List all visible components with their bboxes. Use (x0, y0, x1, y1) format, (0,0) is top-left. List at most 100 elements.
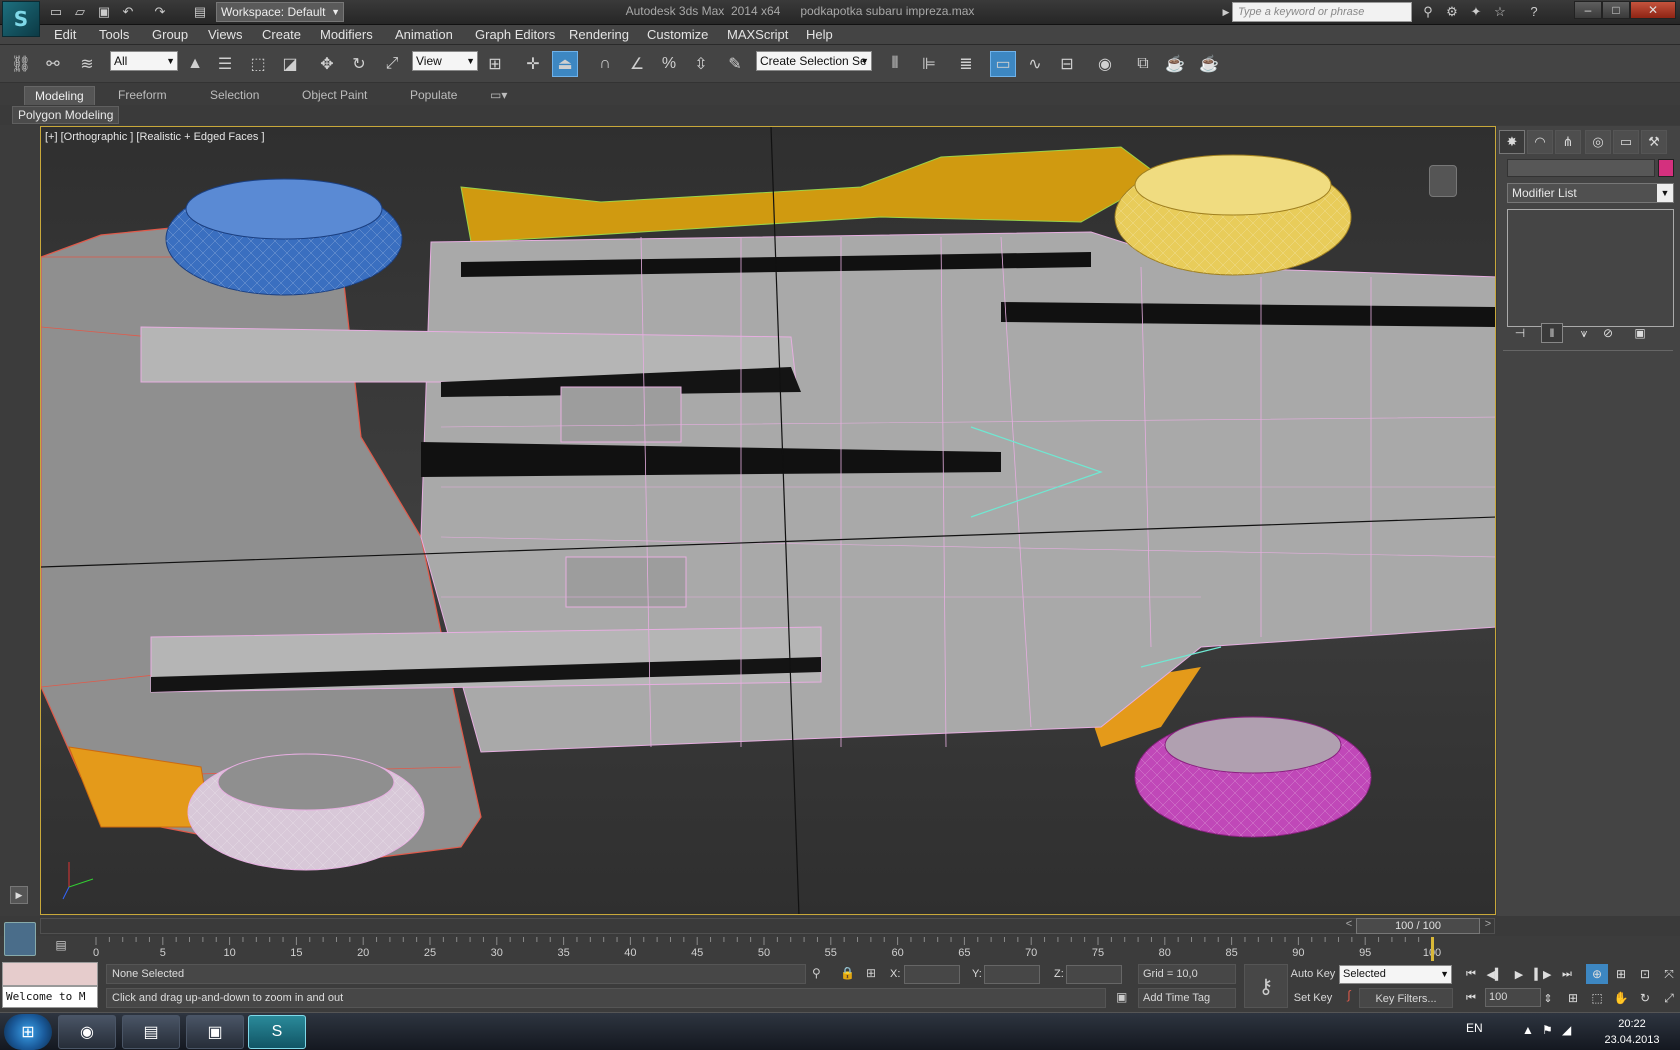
ribbon-options-icon[interactable]: ▭▾ (480, 86, 517, 105)
select-object-icon[interactable]: ▲ (182, 51, 208, 77)
favorites-star-icon[interactable]: ☆ (1490, 3, 1510, 21)
play-icon[interactable]: ▶ (1508, 964, 1530, 984)
object-color-swatch[interactable] (1658, 159, 1674, 177)
time-tag-icon[interactable]: ▣ (1116, 990, 1132, 1006)
communication-icon[interactable]: ✦ (1466, 3, 1486, 21)
make-unique-icon[interactable]: ⩛ (1573, 323, 1595, 343)
maxscript-listener-bottom[interactable]: Welcome to M (2, 986, 98, 1008)
modify-tab-icon[interactable]: ◠ (1527, 130, 1553, 154)
volume-icon[interactable]: ◢ (1562, 1023, 1571, 1037)
workspace-dropdown[interactable]: Workspace: Default ▼ (216, 2, 344, 22)
selection-filter-dropdown[interactable]: All ▼ (110, 51, 178, 71)
tab-object-paint[interactable]: Object Paint (292, 86, 377, 105)
menu-tools[interactable]: Tools (99, 27, 129, 42)
motion-tab-icon[interactable]: ◎ (1585, 130, 1611, 154)
current-frame-field[interactable]: 100 (1485, 988, 1541, 1007)
z-coordinate-field[interactable] (1066, 965, 1122, 984)
maximize-button[interactable]: □ (1602, 1, 1630, 19)
save-icon[interactable]: ▣ (94, 3, 114, 21)
polygon-modeling-panel[interactable]: Polygon Modeling (12, 106, 120, 124)
orbit-icon[interactable]: ↻ (1634, 988, 1656, 1008)
render-setup-icon[interactable]: ⧉ (1130, 51, 1156, 77)
frame-spinner-icon[interactable]: ⇕ (1541, 988, 1555, 1008)
x-coordinate-field[interactable] (904, 965, 960, 984)
expand-viewport-layout-icon[interactable]: ▶ (10, 886, 28, 904)
3ds-max-app-icon[interactable]: S (248, 1015, 306, 1049)
minimize-button[interactable]: – (1574, 1, 1602, 19)
curve-editor-icon[interactable]: ∿ (1022, 51, 1048, 77)
default-in-out-tangents-icon[interactable]: ∫ (1340, 988, 1358, 1008)
keyword-search-input[interactable]: Type a keyword or phrase (1232, 2, 1412, 22)
frame-ruler[interactable]: 0510152025303540455055606570758085909510… (93, 937, 1444, 963)
percent-snap-icon[interactable]: % (656, 51, 682, 77)
system-clock[interactable]: 20:22 23.04.2013 (1592, 1016, 1672, 1048)
next-frame-icon[interactable]: ▍▶ (1532, 964, 1554, 984)
key-mode-toggle-icon[interactable]: ⏮ (1460, 988, 1482, 1008)
close-button[interactable]: ✕ (1630, 1, 1676, 19)
render-production-icon[interactable]: ☕ (1196, 51, 1222, 77)
menu-modifiers[interactable]: Modifiers (320, 27, 373, 42)
pin-stack-icon[interactable]: ⊣ (1509, 323, 1531, 343)
auto-key-button[interactable]: Auto Key (1288, 964, 1338, 984)
selection-lock-icon[interactable]: 🔒 (840, 966, 856, 982)
action-center-icon[interactable]: ⚑ (1542, 1023, 1553, 1037)
redo-icon[interactable]: ↷ (150, 3, 170, 21)
bind-space-warp-icon[interactable]: ≋ (74, 51, 100, 77)
explorer-app-icon[interactable]: ▤ (122, 1015, 180, 1049)
absolute-mode-icon[interactable]: ⊞ (866, 966, 882, 982)
tab-selection[interactable]: Selection (200, 86, 269, 105)
menu-create[interactable]: Create (262, 27, 301, 42)
open-file-icon[interactable]: ▱ (70, 3, 90, 21)
schematic-view-icon[interactable]: ⊟ (1054, 51, 1080, 77)
language-indicator[interactable]: EN (1466, 1021, 1483, 1035)
display-tab-icon[interactable]: ▭ (1613, 130, 1639, 154)
set-keys-key-icon[interactable]: ⚷ (1244, 964, 1288, 1008)
isolate-selection-icon[interactable]: ⚲ (812, 966, 828, 982)
angle-snap-icon[interactable]: ∠ (624, 51, 650, 77)
time-slider-prev-icon[interactable]: < (1343, 918, 1355, 934)
layer-manager-icon[interactable]: ≣ (953, 51, 979, 77)
chrome-app-icon[interactable]: ◉ (58, 1015, 116, 1049)
unlink-icon[interactable]: ⚯ (40, 51, 66, 77)
menu-edit[interactable]: Edit (54, 27, 76, 42)
zoom-extents-icon[interactable]: ⊡ (1634, 964, 1656, 984)
go-to-end-icon[interactable]: ⏭ (1556, 964, 1578, 984)
menu-group[interactable]: Group (152, 27, 188, 42)
time-slider-track[interactable] (40, 918, 1495, 934)
show-end-result-icon[interactable]: ‖ (1541, 323, 1563, 343)
named-selection-dropdown[interactable]: Create Selection Se ▼ (756, 51, 872, 71)
binoculars-icon[interactable]: ⚲ (1418, 3, 1438, 21)
picture-viewer-app-icon[interactable]: ▣ (186, 1015, 244, 1049)
tab-populate[interactable]: Populate (400, 86, 467, 105)
reference-coordinate-dropdown[interactable]: View ▼ (412, 51, 478, 71)
select-manipulate-icon[interactable]: ✛ (520, 51, 546, 77)
previous-frame-icon[interactable]: ◀▍ (1484, 964, 1506, 984)
zoom-extents-all-icon[interactable]: ⤧ (1658, 964, 1680, 984)
link-icon[interactable]: ⛓ (8, 51, 34, 77)
time-slider-next-icon[interactable]: > (1482, 918, 1494, 934)
menu-graph-editors[interactable]: Graph Editors (475, 27, 555, 42)
pan-icon[interactable]: ✋ (1610, 988, 1632, 1008)
create-tab-icon[interactable]: ✸ (1499, 130, 1525, 154)
menu-animation[interactable]: Animation (395, 27, 453, 42)
maximize-viewport-icon[interactable]: ⤢ (1658, 988, 1680, 1008)
zoom-all-icon[interactable]: ⊞ (1610, 964, 1632, 984)
project-folder-icon[interactable]: ▤ (190, 3, 210, 21)
ribbon-toggle-icon[interactable]: ▭ (990, 51, 1016, 77)
tab-modeling[interactable]: Modeling (24, 86, 95, 105)
material-editor-icon[interactable]: ◉ (1092, 51, 1118, 77)
rectangular-selection-icon[interactable]: ⬚ (245, 51, 271, 77)
go-to-start-icon[interactable]: ⏮ (1460, 964, 1482, 984)
maxscript-listener-top[interactable] (2, 962, 98, 986)
y-coordinate-field[interactable] (984, 965, 1040, 984)
keyboard-shortcut-override-icon[interactable]: ⏏ (552, 51, 578, 77)
select-rotate-icon[interactable]: ↻ (346, 51, 372, 77)
undo-icon[interactable]: ↶ (118, 3, 138, 21)
key-filters-button[interactable]: Key Filters... (1359, 988, 1453, 1008)
mirror-icon[interactable]: ⫴ (882, 51, 908, 77)
modifier-stack[interactable] (1507, 209, 1674, 327)
object-name-field[interactable] (1507, 159, 1655, 177)
menu-customize[interactable]: Customize (647, 27, 708, 42)
viewport-orthographic[interactable]: [+] [Orthographic ] [Realistic + Edged F… (40, 126, 1496, 915)
viewcube[interactable] (1429, 165, 1457, 197)
